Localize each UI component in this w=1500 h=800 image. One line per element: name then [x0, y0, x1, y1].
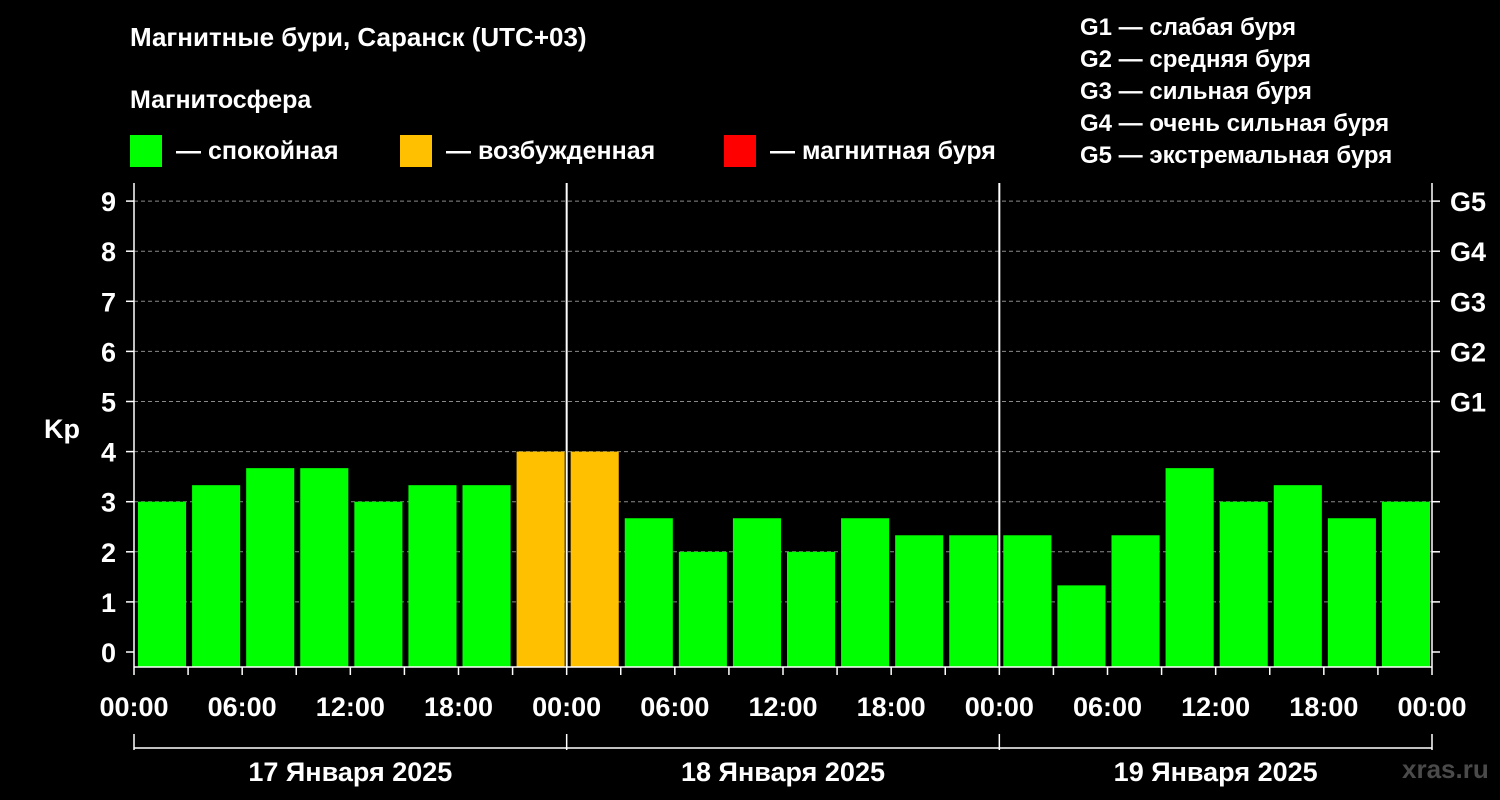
kp-bar [1057, 585, 1106, 667]
watermark: xras.ru [1402, 754, 1489, 784]
kp-bar [1381, 501, 1430, 667]
kp-bar [138, 501, 187, 667]
x-tick-label: 12:00 [748, 692, 817, 722]
x-tick-label: 06:00 [1073, 692, 1142, 722]
x-tick-label: 12:00 [1181, 692, 1250, 722]
storm-level-tick-label: G2 [1450, 337, 1486, 367]
y-axis-label: Kp [44, 414, 80, 444]
storm-level-tick-label: G3 [1450, 287, 1486, 317]
kp-bar [1273, 485, 1322, 667]
y-tick-label: 2 [101, 538, 116, 568]
kp-bar [1327, 518, 1376, 667]
x-tick-label: 18:00 [857, 692, 926, 722]
kp-bar [949, 535, 998, 667]
storm-level-tick-label: G1 [1450, 388, 1486, 418]
storm-level-tick-label: G4 [1450, 237, 1486, 267]
kp-bar [732, 518, 781, 667]
y-tick-label: 5 [101, 388, 116, 418]
day-label: 19 Января 2025 [1114, 757, 1318, 787]
x-tick-label: 00:00 [965, 692, 1034, 722]
y-tick-label: 3 [101, 488, 116, 518]
kp-bar [1111, 535, 1160, 667]
x-tick-label: 06:00 [208, 692, 277, 722]
kp-bar [516, 451, 565, 667]
kp-bar [624, 518, 673, 667]
kp-bar [841, 518, 890, 667]
kp-bar [1219, 501, 1268, 667]
x-tick-label: 00:00 [532, 692, 601, 722]
kp-bar [1165, 468, 1214, 667]
y-tick-label: 0 [101, 638, 116, 668]
kp-bar [354, 501, 403, 667]
y-tick-label: 6 [101, 337, 116, 367]
kp-bar [300, 468, 349, 667]
x-tick-label: 12:00 [316, 692, 385, 722]
y-tick-label: 7 [101, 287, 116, 317]
day-label: 18 Января 2025 [681, 757, 885, 787]
x-tick-label: 00:00 [99, 692, 168, 722]
kp-bar [895, 535, 944, 667]
x-tick-label: 06:00 [640, 692, 709, 722]
y-tick-label: 9 [101, 187, 116, 217]
x-tick-label: 00:00 [1397, 692, 1466, 722]
kp-bar [678, 551, 727, 667]
y-tick-label: 8 [101, 237, 116, 267]
kp-bar [462, 485, 511, 667]
kp-bar [1003, 535, 1052, 667]
y-tick-label: 1 [101, 588, 116, 618]
kp-bar [408, 485, 457, 667]
kp-bar [246, 468, 295, 667]
kp-bar [787, 551, 836, 667]
kp-bar [570, 451, 619, 667]
kp-bar [192, 485, 241, 667]
storm-level-tick-label: G5 [1450, 187, 1486, 217]
y-tick-label: 4 [101, 438, 116, 468]
x-tick-label: 18:00 [1289, 692, 1358, 722]
x-tick-label: 18:00 [424, 692, 493, 722]
kp-chart: 0 1 2 3 4 5 6 7 8 9 G1 G2 G3 G4 G5 Kp 00:00 06:00 12:00 18:… [44, 183, 1486, 787]
day-label: 17 Января 2025 [248, 757, 452, 787]
